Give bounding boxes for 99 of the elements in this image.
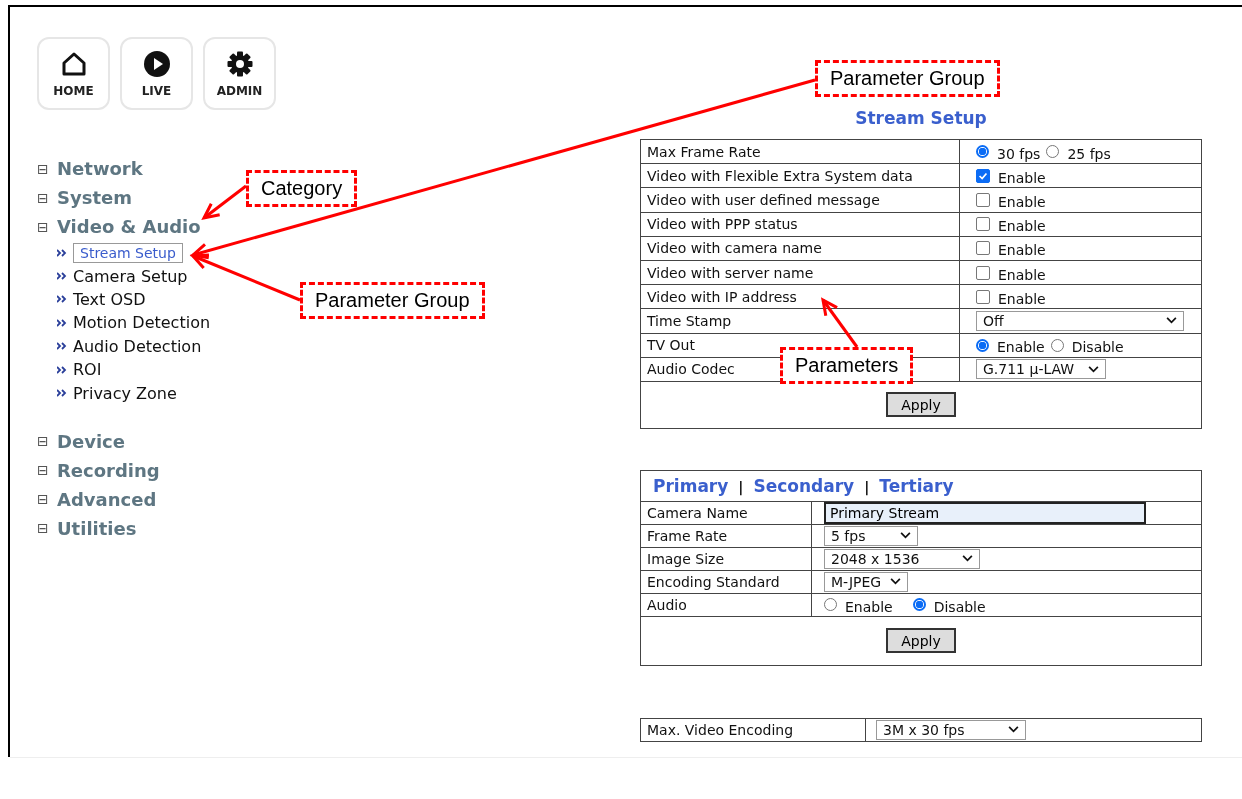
checkbox[interactable] (976, 241, 990, 256)
parameter-label: Image Size (647, 550, 725, 567)
double-arrow-icon (57, 389, 67, 398)
category-item[interactable]: Video & Audio (57, 216, 201, 237)
parameter-label: Video with IP address (647, 288, 797, 305)
collapse-toggle[interactable]: ⊟ (37, 462, 57, 479)
category-item[interactable]: Advanced (57, 488, 157, 510)
menu-link[interactable]: Audio Detection (73, 336, 202, 356)
double-arrow-icon (57, 295, 67, 304)
parameter-label: Audio (647, 596, 687, 613)
parameter-label: Audio Codec (647, 361, 735, 378)
caret-icon (900, 532, 911, 540)
dropdown[interactable]: 2048 x 1536 (824, 548, 980, 569)
double-arrow-icon (57, 342, 67, 351)
option-label: Enable (998, 289, 1046, 307)
annotation-label: Parameter Group (815, 60, 1000, 97)
caret-icon (1088, 365, 1099, 373)
collapse-toggle[interactable]: ⊟ (37, 491, 57, 508)
parameter-label: Frame Rate (647, 527, 728, 544)
double-arrow-icon (57, 318, 67, 327)
annotation-label: Parameter Group (300, 282, 485, 319)
annotation-label: Category (246, 170, 358, 207)
option-label: Enable (998, 168, 1046, 186)
parameter-label: Video with user defined message (647, 191, 880, 208)
option-label: Disable (933, 597, 986, 615)
option-label: 25 fps (1067, 144, 1111, 162)
option-label: Enable (998, 265, 1046, 283)
radio-button[interactable] (1050, 338, 1064, 352)
dropdown[interactable]: 5 fps (824, 525, 918, 546)
parameter-label: Max. Video Encoding (647, 721, 794, 738)
option-label: Enable (998, 192, 1046, 210)
double-arrow-icon (57, 365, 67, 374)
parameter-label: Camera Name (647, 504, 748, 521)
section-title: Stream Setup (854, 108, 988, 130)
category-item[interactable]: Device (57, 430, 125, 452)
double-arrow-icon (57, 272, 67, 281)
option-label: Enable (998, 217, 1046, 235)
parameter-label: TV Out (647, 337, 695, 354)
category-item[interactable]: System (57, 187, 132, 208)
play-icon (142, 49, 171, 78)
option-label: Disable (1071, 338, 1124, 356)
separator: | (738, 478, 744, 495)
parameter-label: Max Frame Rate (647, 143, 761, 160)
parameter-label: Time Stamp (647, 312, 732, 329)
parameter-label: Video with server name (647, 264, 814, 281)
parameter-label: Encoding Standard (647, 573, 780, 590)
apply-button[interactable]: Apply (886, 392, 956, 418)
annotation-label: Parameters (780, 347, 914, 384)
annotation-arrow (820, 297, 859, 348)
stream-tab[interactable]: Primary (653, 475, 729, 496)
option-label: Enable (997, 338, 1045, 356)
radio-button[interactable] (976, 338, 989, 352)
caret-icon (890, 578, 901, 586)
radio-button[interactable] (1046, 145, 1060, 159)
caret-icon (1008, 726, 1019, 734)
dropdown[interactable]: G.711 μ-LAW (976, 359, 1106, 380)
settings-icon (225, 49, 254, 78)
dropdown[interactable]: M-JPEG (824, 571, 908, 592)
parameter-label: Video with camera name (647, 240, 822, 257)
category-item[interactable]: Utilities (57, 517, 137, 539)
radio-button[interactable] (824, 598, 837, 612)
option-label: 30 fps (997, 144, 1041, 162)
caret-icon (1166, 317, 1177, 325)
option-label: Enable (998, 241, 1046, 259)
collapse-toggle[interactable]: ⊟ (37, 520, 57, 537)
radio-button[interactable] (912, 598, 926, 612)
dropdown[interactable]: 3M x 30 fps (876, 719, 1026, 740)
menu-link[interactable]: Camera Setup (73, 266, 188, 286)
category-item[interactable]: Recording (57, 459, 160, 481)
nav-button[interactable]: HOME (37, 37, 110, 110)
nav-button[interactable]: LIVE (120, 37, 193, 110)
collapse-toggle[interactable]: ⊟ (37, 218, 57, 235)
collapse-toggle[interactable]: ⊟ (37, 160, 57, 177)
menu-link[interactable]: Stream Setup (73, 242, 183, 263)
checkbox[interactable] (976, 265, 990, 280)
double-arrow-icon (57, 248, 67, 257)
parameter-label: Video with Flexible Extra System data (647, 167, 913, 184)
collapse-toggle[interactable]: ⊟ (37, 189, 57, 206)
stream-tab[interactable]: Tertiary (879, 475, 954, 496)
option-label: Enable (845, 597, 893, 615)
radio-button[interactable] (976, 145, 989, 159)
caret-icon (962, 555, 973, 563)
checkbox[interactable] (976, 168, 990, 183)
separator: | (864, 478, 870, 495)
menu-link[interactable]: Text OSD (73, 289, 146, 309)
apply-button[interactable]: Apply (886, 628, 956, 654)
category-item[interactable]: Network (57, 158, 143, 179)
nav-button[interactable]: ADMIN (203, 37, 276, 110)
menu-link[interactable]: Motion Detection (73, 313, 211, 333)
menu-link[interactable]: ROI (73, 360, 102, 380)
dropdown[interactable]: Off (976, 310, 1184, 331)
stream-tab[interactable]: Secondary (753, 475, 855, 496)
parameter-label: Video with PPP status (647, 216, 798, 233)
menu-link[interactable]: Privacy Zone (73, 383, 177, 403)
checkbox[interactable] (976, 289, 990, 304)
collapse-toggle[interactable]: ⊟ (37, 433, 57, 450)
checkbox[interactable] (976, 192, 990, 207)
checkbox[interactable] (976, 217, 990, 232)
text-field[interactable]: Primary Stream (824, 501, 1146, 524)
